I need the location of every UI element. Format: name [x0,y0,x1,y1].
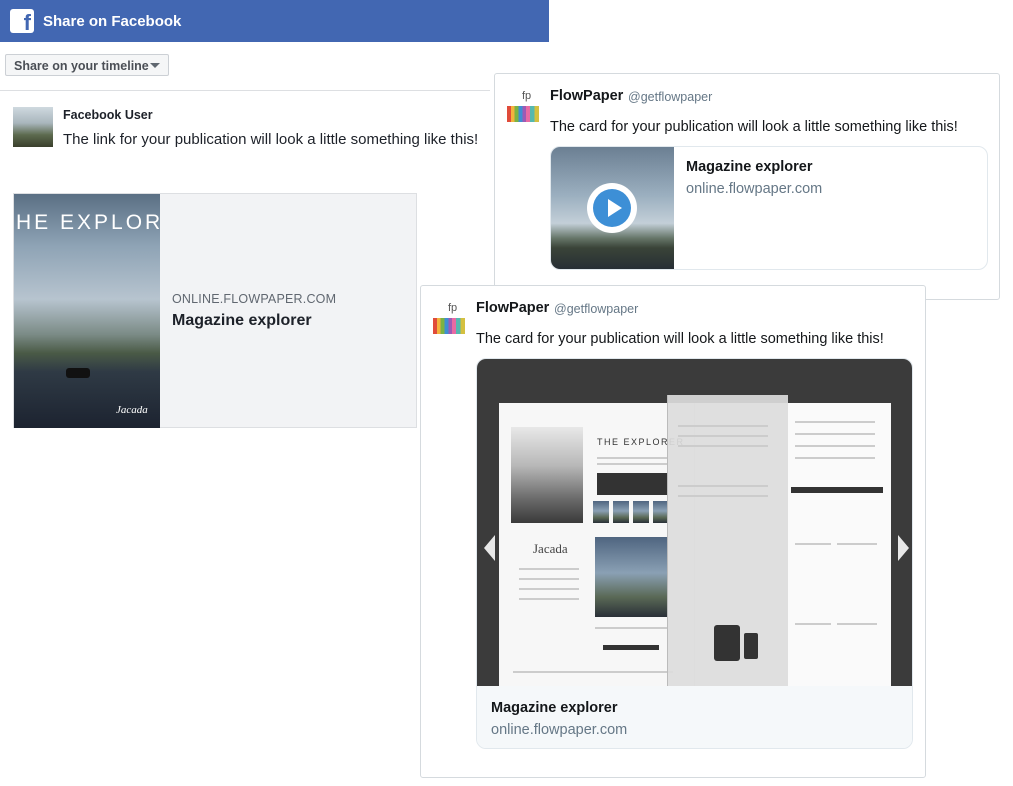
divider [0,90,490,91]
tweet-text: The card for your publication will look … [550,119,958,135]
tweet-author-handle[interactable]: @getflowpaper [554,302,638,316]
summary-card-domain: online.flowpaper.com [686,181,823,197]
twitter-summary-tweet: fp FlowPaper @getflowpaper The card for … [494,73,1000,300]
facebook-share-header: f Share on Facebook [0,0,549,42]
next-page-icon[interactable] [898,535,909,561]
flowpaper-avatar[interactable]: fp [507,90,539,122]
tweet-author-name[interactable]: FlowPaper [550,88,623,104]
facebook-logo-icon: f [10,9,34,35]
post-message: The link for your publication will look … [63,131,479,148]
player-card[interactable]: THE EXPLORER Jacada Magazine explorer on… [476,358,913,749]
avatar-label: fp [448,302,458,314]
tweet-text: The card for your publication will look … [476,331,884,347]
cover-title: HE EXPLORER [16,211,160,234]
magazine-cover-image [511,427,583,523]
magazine-left-page: THE EXPLORER Jacada [499,403,695,686]
share-destination-label: Share on your timeline [14,59,149,73]
summary-card[interactable]: Magazine explorer online.flowpaper.com [550,146,988,270]
player-card-domain: online.flowpaper.com [491,722,628,738]
avatar-stripes [433,318,465,334]
facebook-link-preview-card[interactable]: HE EXPLORER Jacada ONLINE.FLOWPAPER.COM … [13,193,417,428]
page-flip-overlay [667,395,788,686]
previous-page-icon[interactable] [484,535,495,561]
avatar-label: fp [522,90,532,102]
user-avatar [13,107,53,147]
player-card-title: Magazine explorer [491,700,618,716]
twitter-player-tweet: fp FlowPaper @getflowpaper The card for … [420,285,926,778]
car-shape [66,368,90,378]
flowpaper-avatar[interactable]: fp [433,302,465,334]
chevron-down-icon [150,63,160,68]
link-preview-image: HE EXPLORER Jacada [14,194,160,428]
link-domain: ONLINE.FLOWPAPER.COM [172,292,337,306]
facebook-share-title: Share on Facebook [43,13,182,30]
flipbook-viewer[interactable]: THE EXPLORER Jacada [477,359,912,686]
link-title[interactable]: Magazine explorer [172,312,312,330]
play-icon[interactable] [587,183,637,233]
summary-card-title: Magazine explorer [686,159,813,175]
magazine-spread: THE EXPLORER Jacada [499,395,891,686]
tweet-author-handle[interactable]: @getflowpaper [628,90,712,104]
summary-card-image [551,147,674,269]
magazine-brand: Jacada [533,541,568,556]
tweet-author-name[interactable]: FlowPaper [476,300,549,316]
user-name[interactable]: Facebook User [63,108,153,122]
player-card-footer[interactable]: Magazine explorer online.flowpaper.com [477,686,912,748]
share-destination-select[interactable]: Share on your timeline [5,54,169,76]
avatar-stripes [507,106,539,122]
cover-brand: Jacada [116,404,148,416]
